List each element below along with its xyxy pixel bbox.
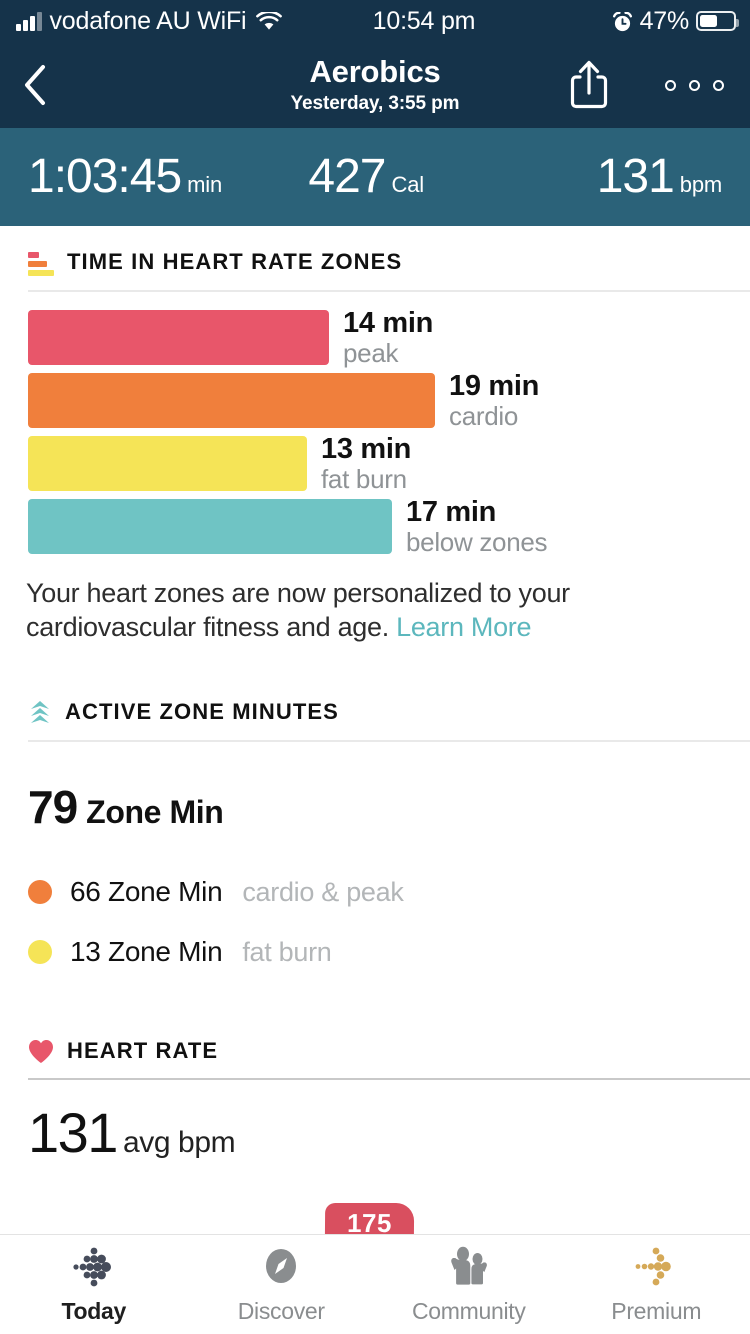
zone-minutes-below-zones: 17 min — [406, 497, 547, 528]
hr-section-title: HEART RATE — [67, 1038, 218, 1064]
page-title: Aerobics — [309, 55, 440, 88]
azm-section-title: ACTIVE ZONE MINUTES — [65, 699, 339, 725]
zone-minutes-cardio: 19 min — [449, 371, 539, 402]
legend-dot-cardio-peak — [28, 880, 52, 904]
status-bar: vodafone AU WiFi 10:54 pm 47% — [0, 0, 750, 42]
zone-row-fat-burn[interactable]: 13 min fat burn — [0, 432, 750, 495]
azm-legend-row-fat-burn: 13 Zone Min fat burn — [28, 922, 750, 982]
hr-average-value: 131 — [28, 1100, 117, 1165]
battery-icon — [696, 11, 736, 31]
status-bar-center: 10:54 pm — [282, 7, 611, 36]
cellular-signal-icon — [16, 12, 42, 31]
azm-legend-name-cardio-peak: cardio & peak — [242, 877, 403, 908]
nav-actions — [567, 59, 728, 111]
zones-section-title: TIME IN HEART RATE ZONES — [67, 249, 402, 275]
zone-bar-peak — [28, 310, 329, 365]
legend-dot-fat-burn — [28, 940, 52, 964]
stat-calories: 427 Cal — [308, 153, 424, 201]
fitbit-dots-icon — [71, 1245, 117, 1289]
hr-average-label: avg bpm — [123, 1126, 235, 1160]
people-icon — [446, 1245, 492, 1289]
zone-minutes-fat-burn: 13 min — [321, 434, 411, 465]
premium-arrow-icon — [633, 1245, 679, 1289]
workout-summary-stats: 1:03:45 min 427 Cal 131 bpm — [0, 128, 750, 226]
more-options-icon[interactable] — [661, 72, 728, 99]
zones-section-header: TIME IN HEART RATE ZONES — [0, 226, 750, 276]
stat-heart-rate-unit: bpm — [680, 172, 722, 198]
stat-duration-value: 1:03:45 — [28, 153, 181, 201]
stat-heart-rate: 131 bpm — [597, 153, 750, 201]
heart-rate-section: HEART RATE 131 avg bpm — [0, 982, 750, 1165]
status-bar-clock: 10:54 pm — [373, 7, 476, 36]
back-button[interactable] — [22, 59, 66, 111]
tab-community[interactable]: Community — [375, 1245, 563, 1325]
zone-name-fat-burn: fat burn — [321, 466, 411, 494]
zone-bar-below-zones — [28, 499, 392, 554]
compass-icon — [258, 1245, 304, 1289]
azm-section-header: ACTIVE ZONE MINUTES — [0, 676, 750, 726]
zone-labels-cardio: 19 min cardio — [449, 371, 539, 430]
active-zone-minutes-section: ACTIVE ZONE MINUTES 79 Zone Min 66 Zone … — [0, 644, 750, 982]
azm-legend-value-fat-burn: 13 Zone Min — [70, 936, 222, 968]
azm-total: 79 Zone Min — [0, 742, 750, 834]
azm-legend-value-cardio-peak: 66 Zone Min — [70, 876, 222, 908]
zone-row-peak[interactable]: 14 min peak — [0, 306, 750, 369]
status-bar-right: 47% — [612, 7, 736, 36]
tab-today[interactable]: Today — [0, 1245, 188, 1325]
tab-discover-label: Discover — [238, 1298, 325, 1325]
tab-today-label: Today — [61, 1298, 126, 1325]
learn-more-link[interactable]: Learn More — [396, 612, 531, 642]
share-icon[interactable] — [567, 59, 611, 111]
azm-total-label: Zone Min — [86, 794, 223, 831]
zone-labels-below-zones: 17 min below zones — [406, 497, 547, 556]
zone-name-cardio: cardio — [449, 403, 539, 431]
zone-bar-fat-burn — [28, 436, 307, 491]
azm-legend-row-cardio-peak: 66 Zone Min cardio & peak — [28, 862, 750, 922]
hr-section-header: HEART RATE — [0, 1016, 750, 1064]
zone-labels-peak: 14 min peak — [343, 308, 433, 367]
nav-bar: Aerobics Yesterday, 3:55 pm — [0, 42, 750, 128]
time-in-heart-rate-zones-section: TIME IN HEART RATE ZONES 14 min peak 19 … — [0, 226, 750, 644]
zone-minutes-peak: 14 min — [343, 308, 433, 339]
alarm-clock-icon — [612, 11, 633, 32]
hr-average: 131 avg bpm — [0, 1080, 750, 1165]
page-subtitle: Yesterday, 3:55 pm — [291, 93, 460, 115]
zone-bars-list: 14 min peak 19 min cardio 13 min fat bur… — [0, 292, 750, 558]
azm-legend: 66 Zone Min cardio & peak 13 Zone Min fa… — [0, 834, 750, 982]
battery-percent-label: 47% — [640, 7, 689, 36]
heart-icon — [28, 1039, 54, 1064]
carrier-label: vodafone AU WiFi — [50, 7, 247, 36]
personalized-zones-note: Your heart zones are now personalized to… — [0, 558, 750, 644]
stat-duration-unit: min — [187, 172, 222, 198]
tab-premium[interactable]: Premium — [563, 1245, 750, 1325]
azm-total-value: 79 — [28, 780, 77, 834]
stat-heart-rate-value: 131 — [597, 153, 674, 201]
stat-calories-unit: Cal — [392, 172, 424, 198]
zone-row-cardio[interactable]: 19 min cardio — [0, 369, 750, 432]
tab-community-label: Community — [412, 1298, 526, 1325]
zone-bar-cardio — [28, 373, 435, 428]
tab-premium-label: Premium — [611, 1298, 701, 1325]
zone-labels-fat-burn: 13 min fat burn — [321, 434, 411, 493]
zone-name-peak: peak — [343, 340, 433, 368]
tab-discover[interactable]: Discover — [188, 1245, 376, 1325]
status-bar-left: vodafone AU WiFi — [16, 7, 282, 36]
scroll-content[interactable]: TIME IN HEART RATE ZONES 14 min peak 19 … — [0, 226, 750, 1334]
stat-duration: 1:03:45 min — [0, 153, 222, 201]
zone-row-below-zones[interactable]: 17 min below zones — [0, 495, 750, 558]
azm-legend-name-fat-burn: fat burn — [242, 937, 331, 968]
zone-name-below-zones: below zones — [406, 529, 547, 557]
double-chevron-up-icon — [28, 698, 52, 726]
stat-calories-value: 427 — [308, 153, 385, 201]
bar-chart-icon — [28, 248, 54, 276]
wifi-icon — [256, 12, 282, 31]
bottom-tab-bar: Today Discover — [0, 1234, 750, 1334]
